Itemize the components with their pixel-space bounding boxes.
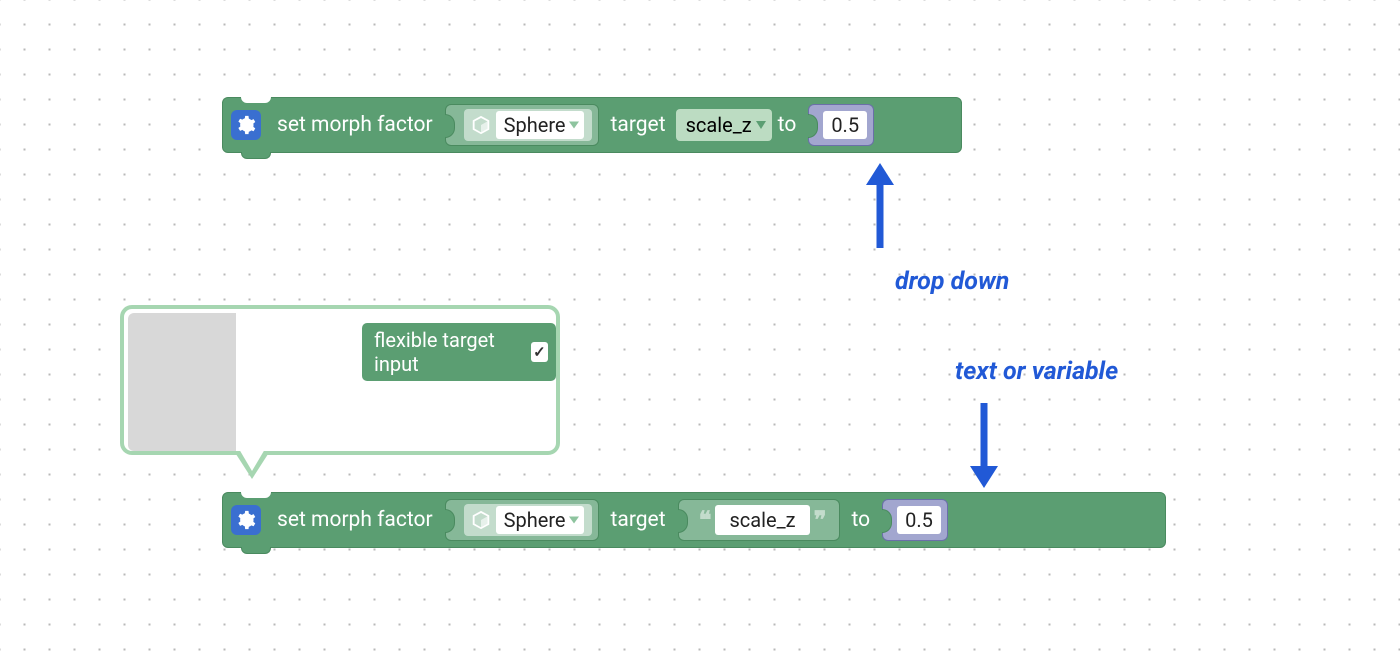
target-label: target [611, 113, 666, 137]
object-slot[interactable]: Sphere [445, 499, 599, 541]
bubble-tail-inner [239, 449, 265, 471]
gear-icon[interactable] [231, 505, 261, 535]
cube-icon [470, 114, 492, 136]
target-text-field[interactable]: scale_z [715, 505, 809, 535]
target-dropdown-value: scale_z [686, 113, 752, 137]
gear-icon-svg [236, 510, 256, 530]
action-label: set morph factor [277, 508, 433, 532]
chevron-down-icon [569, 122, 579, 129]
value-slot[interactable]: 0.5 [882, 499, 948, 541]
target-text-slot[interactable]: ❝ scale_z ❞ [678, 499, 840, 541]
object-value: Sphere [504, 508, 566, 532]
toggle-checkbox[interactable]: ✓ [531, 342, 548, 362]
gear-icon-svg [236, 115, 256, 135]
block-top-notch [241, 492, 271, 498]
object-dropdown[interactable]: Sphere [496, 111, 584, 139]
slot-notch [445, 114, 455, 138]
slot-notch [808, 114, 818, 138]
arrow-down-icon [964, 398, 1004, 488]
mutator-bubble[interactable]: flexible target input ✓ [120, 305, 560, 455]
object-dropdown[interactable]: Sphere [496, 506, 584, 534]
close-quote-icon: ❞ [814, 506, 827, 535]
open-quote-icon: ❝ [699, 506, 712, 535]
slot-notch [445, 509, 455, 533]
dropdown-annotation: drop down [895, 267, 1009, 296]
cube-icon [470, 509, 492, 531]
block-bottom-bump [241, 152, 271, 159]
value-field[interactable]: 0.5 [897, 506, 941, 534]
object-value: Sphere [504, 113, 566, 137]
workspace-canvas[interactable]: set morph factor Sphere target scale_z t… [0, 0, 1400, 656]
value-slot[interactable]: 0.5 [808, 104, 874, 146]
flexible-target-input-toggle[interactable]: flexible target input ✓ [362, 323, 556, 381]
set-morph-factor-block-textinput[interactable]: set morph factor Sphere target ❝ scale_z… [222, 492, 1166, 548]
slot-notch [882, 509, 892, 533]
to-label: to [852, 508, 871, 532]
block-bottom-bump [241, 547, 271, 554]
object-chip[interactable]: Sphere [464, 109, 592, 141]
object-chip[interactable]: Sphere [464, 504, 592, 536]
arrow-up-icon [860, 163, 900, 253]
slot-notch [678, 509, 688, 533]
mutator-preview-area [128, 313, 236, 451]
value-field[interactable]: 0.5 [823, 111, 867, 139]
text-or-variable-annotation: text or variable [955, 357, 1118, 386]
gear-icon[interactable] [231, 110, 261, 140]
chevron-down-icon [756, 121, 766, 129]
target-dropdown[interactable]: scale_z [676, 109, 772, 141]
target-label: target [611, 508, 666, 532]
object-slot[interactable]: Sphere [445, 104, 599, 146]
to-label: to [778, 113, 797, 137]
toggle-label: flexible target input [374, 328, 521, 376]
set-morph-factor-block-dropdown[interactable]: set morph factor Sphere target scale_z t… [222, 97, 962, 153]
chevron-down-icon [569, 517, 579, 524]
action-label: set morph factor [277, 113, 433, 137]
block-top-notch [241, 97, 271, 103]
